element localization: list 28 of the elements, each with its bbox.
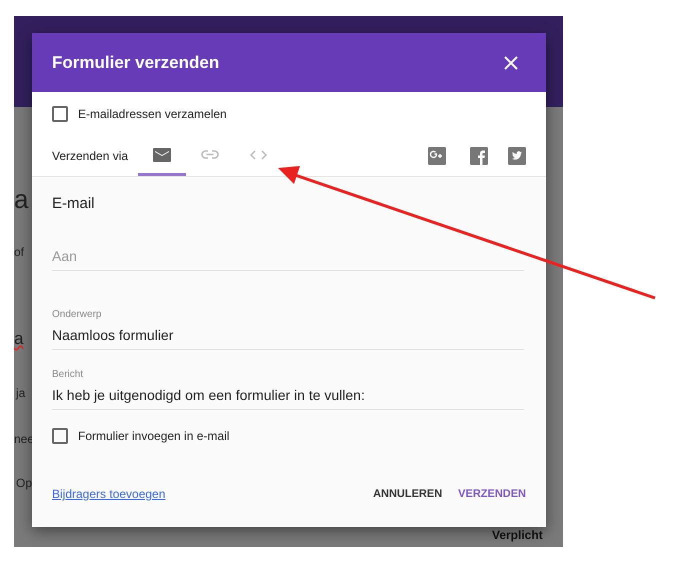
section-title: E-mail	[52, 195, 96, 212]
envelope-icon	[153, 148, 172, 162]
send-via-label: Verzenden via	[52, 149, 128, 163]
background-text: ja	[16, 386, 26, 400]
checkbox-label: Formulier invoegen in e-mail	[78, 429, 230, 443]
recipient-field[interactable]: Aan	[52, 248, 524, 271]
background-text: a	[14, 184, 28, 215]
background-text: Op	[16, 476, 32, 490]
google-plus-icon	[428, 147, 446, 165]
add-collaborators-link[interactable]: Bijdragers toevoegen	[52, 487, 166, 501]
subject-field[interactable]: Naamloos formulier	[52, 327, 524, 350]
background-text: of	[14, 245, 24, 259]
field-label: Bericht	[52, 369, 84, 380]
checkbox[interactable]	[52, 428, 68, 444]
send-button[interactable]: VERZENDEN	[458, 488, 526, 500]
dialog-title: Formulier verzenden	[52, 52, 220, 72]
message-field[interactable]: Ik heb je uitgenodigd om een formulier in te vullen:	[52, 387, 524, 410]
facebook-icon	[470, 147, 488, 165]
required-label: Verplicht	[492, 528, 543, 542]
code-icon	[250, 150, 267, 160]
link-icon	[201, 150, 220, 159]
checkbox[interactable]	[52, 106, 68, 122]
checkbox-label: E-mailadressen verzamelen	[78, 107, 227, 121]
close-button[interactable]	[504, 56, 518, 70]
field-label: Onderwerp	[52, 309, 102, 320]
twitter-icon	[508, 147, 526, 165]
background-text: a	[14, 329, 24, 349]
cancel-button[interactable]: ANNULEREN	[373, 488, 442, 500]
